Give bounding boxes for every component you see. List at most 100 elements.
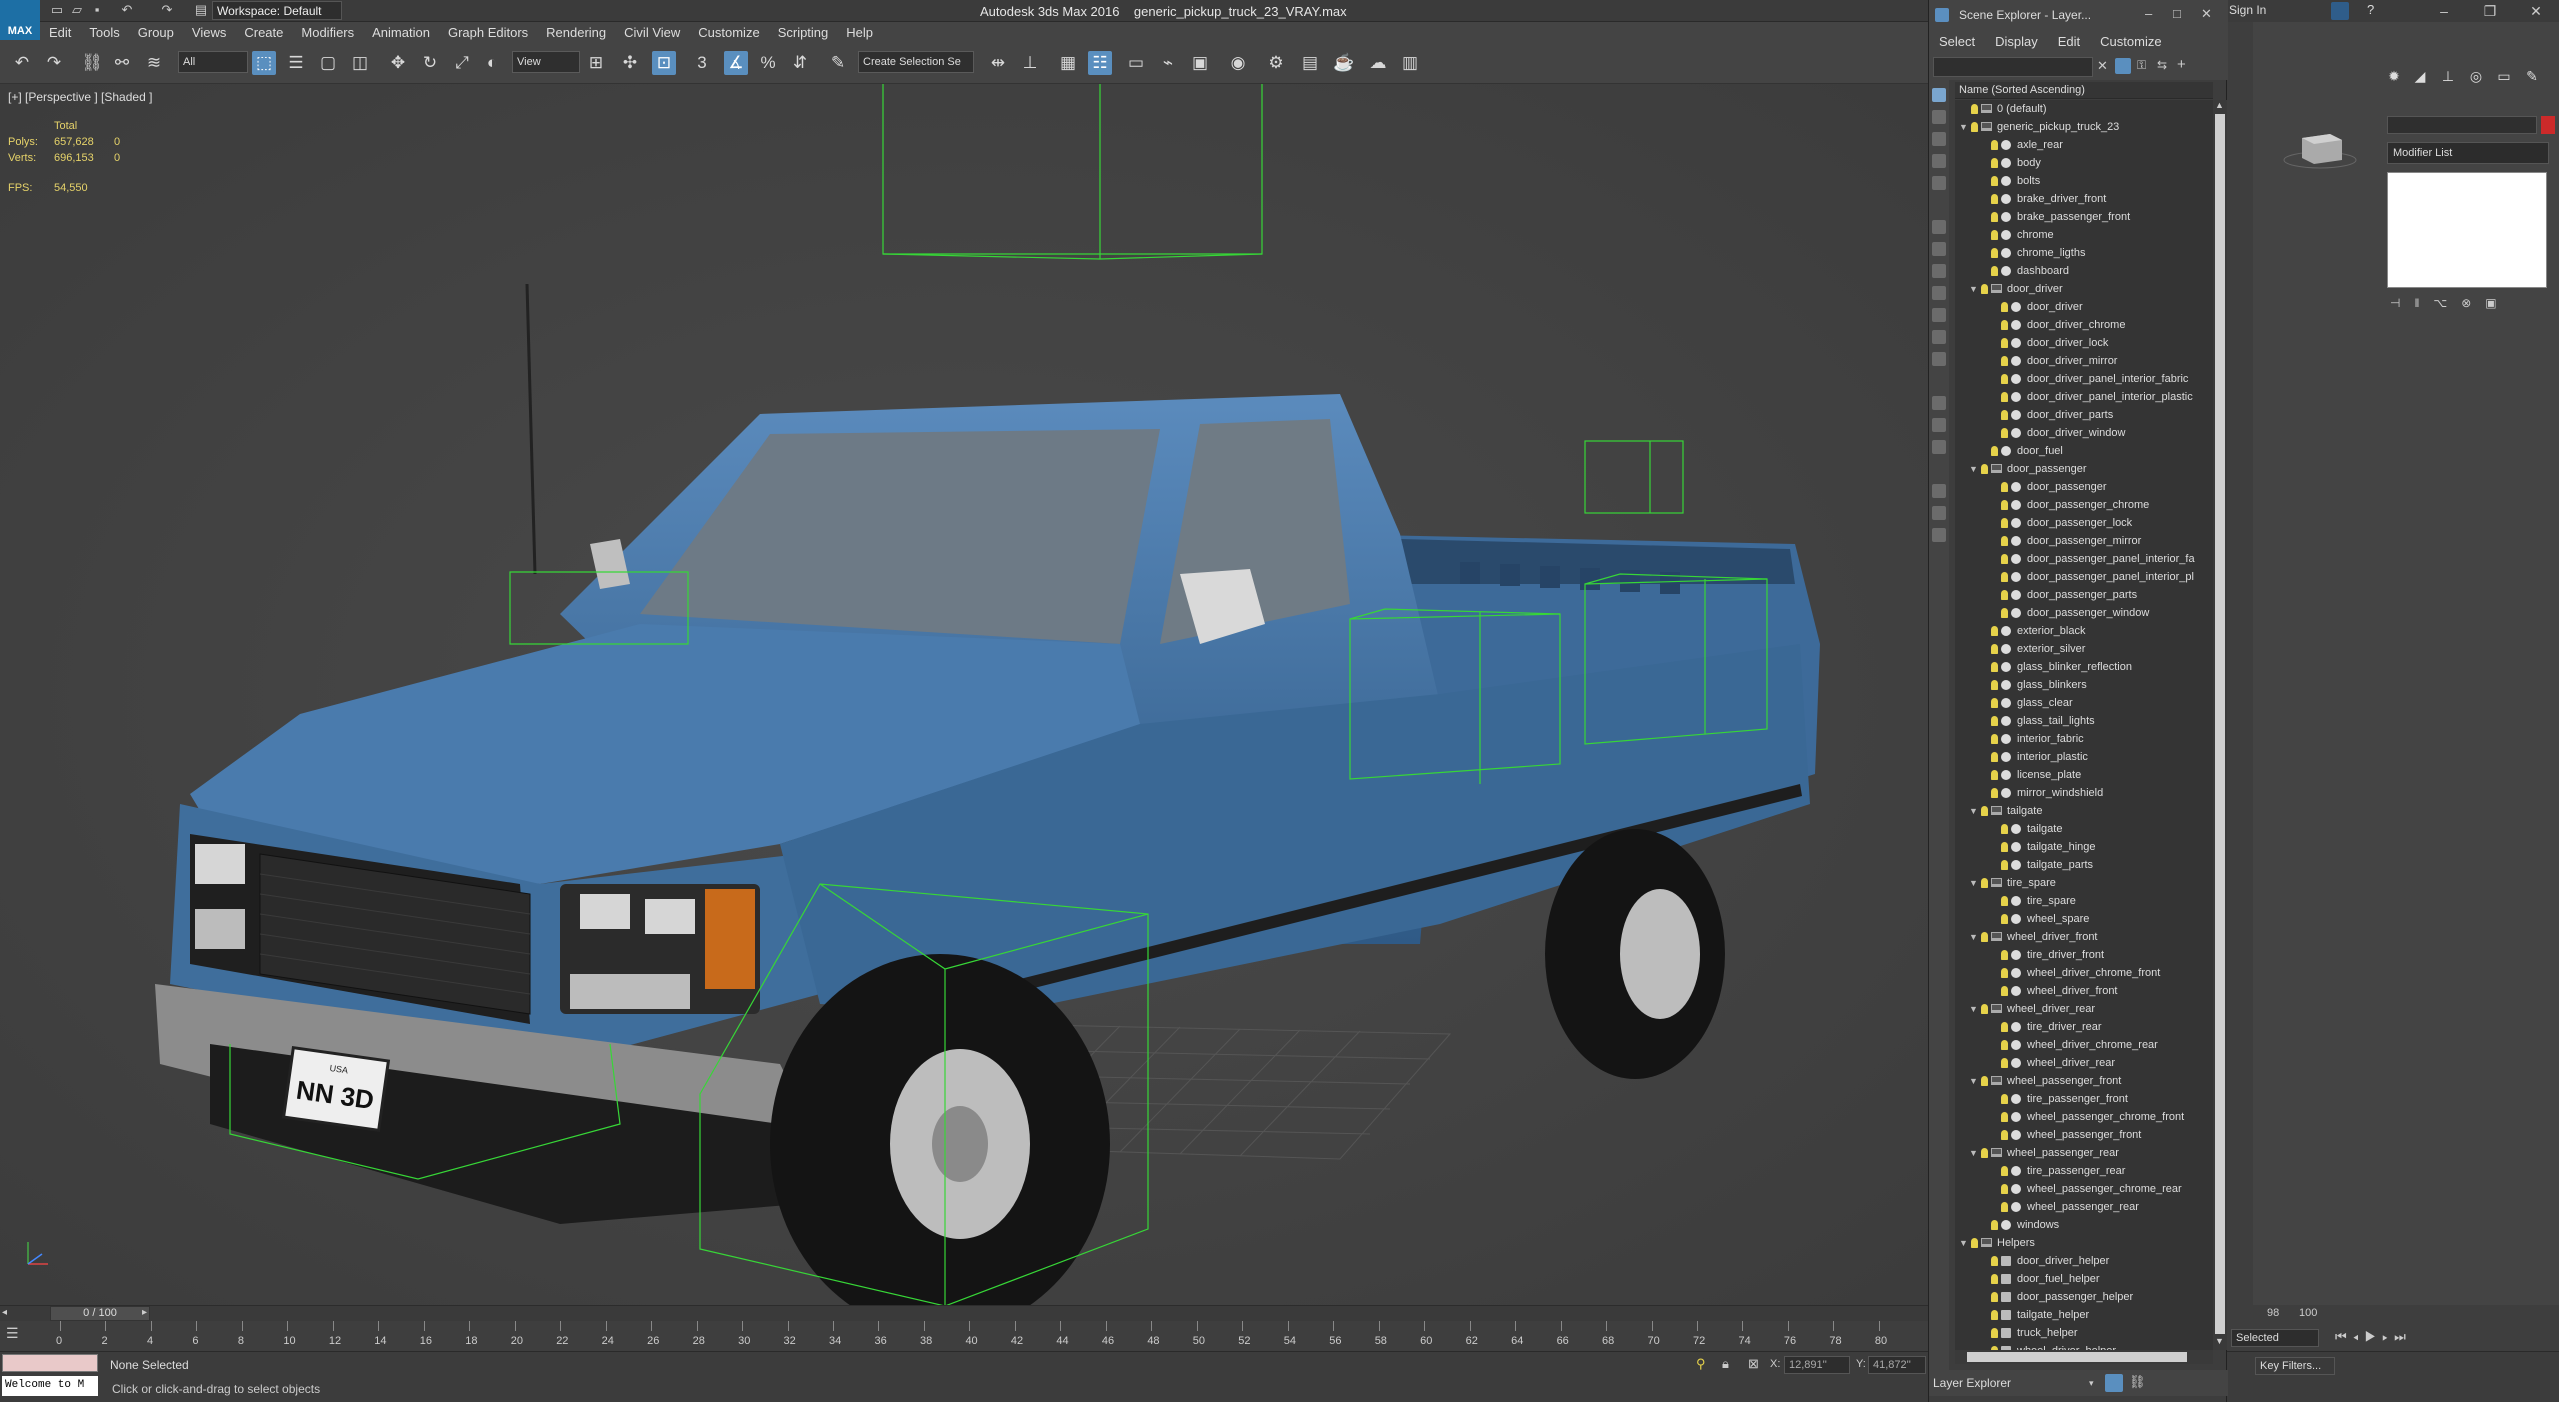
se-layer-row[interactable]: ▼ tailgate: [1955, 802, 2213, 820]
modify-tab-icon[interactable]: ◢: [2410, 66, 2430, 86]
visibility-bulb-icon[interactable]: [1991, 734, 1998, 744]
visibility-bulb-icon[interactable]: [2001, 392, 2008, 402]
visibility-bulb-icon[interactable]: [1991, 1274, 1998, 1284]
se-object-row[interactable]: door_passenger: [1955, 478, 2213, 496]
redo-icon[interactable]: ↷: [42, 51, 66, 75]
menu-tools[interactable]: Tools: [80, 22, 128, 44]
se-display-lights-icon[interactable]: [1932, 132, 1946, 146]
se-object-row[interactable]: exterior_silver: [1955, 640, 2213, 658]
window-crossing-icon[interactable]: ◫: [348, 51, 372, 75]
menu-customize[interactable]: Customize: [689, 22, 768, 44]
se-helper-row[interactable]: wheel_driver_helper: [1955, 1342, 2213, 1350]
visibility-bulb-icon[interactable]: [1981, 806, 1988, 816]
menu-help[interactable]: Help: [837, 22, 882, 44]
set-key-filter-dropdown[interactable]: Selected: [2231, 1329, 2319, 1347]
visibility-bulb-icon[interactable]: [2001, 968, 2008, 978]
se-display-frozen-icon[interactable]: [1932, 330, 1946, 344]
visibility-bulb-icon[interactable]: [1991, 1220, 1998, 1230]
visibility-bulb-icon[interactable]: [2001, 410, 2008, 420]
se-horizontal-scrollbar[interactable]: [1955, 1350, 2213, 1364]
reference-coord-dropdown[interactable]: View: [512, 51, 580, 73]
scale-icon[interactable]: ⤢: [450, 51, 474, 75]
save-icon[interactable]: ▪: [88, 2, 106, 18]
selection-filter-dropdown[interactable]: All: [178, 51, 248, 73]
se-object-row[interactable]: tire_passenger_front: [1955, 1090, 2213, 1108]
modifier-stack-controls[interactable]: ⊣‖⌥⊗▣: [2390, 296, 2511, 310]
visibility-bulb-icon[interactable]: [2001, 1094, 2008, 1104]
se-add-layer-icon[interactable]: +: [2177, 56, 2186, 73]
visibility-bulb-icon[interactable]: [2001, 374, 2008, 384]
se-link-icon[interactable]: ⛓: [2129, 1374, 2146, 1390]
visibility-bulb-icon[interactable]: [2001, 302, 2008, 312]
se-object-row[interactable]: interior_fabric: [1955, 730, 2213, 748]
object-name-field[interactable]: [2387, 116, 2537, 134]
visibility-bulb-icon[interactable]: [1991, 698, 1998, 708]
se-object-row[interactable]: door_driver_lock: [1955, 334, 2213, 352]
visibility-bulb-icon[interactable]: [1991, 770, 1998, 780]
expand-toggle-icon[interactable]: ▼: [1969, 1000, 1978, 1018]
se-layer-row[interactable]: ▼ wheel_passenger_rear: [1955, 1144, 2213, 1162]
minimize-button[interactable]: –: [2421, 0, 2467, 22]
se-object-row[interactable]: tire_passenger_rear: [1955, 1162, 2213, 1180]
visibility-bulb-icon[interactable]: [1991, 194, 1998, 204]
modifier-stack[interactable]: [2387, 172, 2547, 288]
se-display-xrefs-icon[interactable]: [1932, 264, 1946, 278]
visibility-bulb-icon[interactable]: [2001, 824, 2008, 834]
visibility-bulb-icon[interactable]: [2001, 338, 2008, 348]
menu-edit[interactable]: Edit: [40, 22, 80, 44]
se-object-row[interactable]: door_passenger_panel_interior_pl: [1955, 568, 2213, 586]
align-icon[interactable]: ⊥: [1018, 51, 1042, 75]
se-display-invert-icon[interactable]: [1932, 440, 1946, 454]
se-object-row[interactable]: tire_spare: [1955, 892, 2213, 910]
schematic-view-icon[interactable]: ▣: [1188, 51, 1212, 75]
snaps-toggle-icon[interactable]: 3: [690, 51, 714, 75]
visibility-bulb-icon[interactable]: [1991, 248, 1998, 258]
render-activeshade-icon[interactable]: ▥: [1398, 51, 1422, 75]
se-search-input[interactable]: [1933, 57, 2093, 77]
se-display-hidden-icon[interactable]: [1932, 352, 1946, 366]
se-object-row[interactable]: door_passenger_lock: [1955, 514, 2213, 532]
se-hscroll-thumb[interactable]: [1967, 1352, 2187, 1362]
se-object-row[interactable]: bolts: [1955, 172, 2213, 190]
close-button[interactable]: ✕: [2513, 0, 2559, 22]
se-object-row[interactable]: door_fuel: [1955, 442, 2213, 460]
se-object-row[interactable]: tailgate_hinge: [1955, 838, 2213, 856]
visibility-bulb-icon[interactable]: [2001, 896, 2008, 906]
se-object-row[interactable]: dashboard: [1955, 262, 2213, 280]
select-by-name-icon[interactable]: ☰: [284, 51, 308, 75]
expand-toggle-icon[interactable]: ▼: [1969, 928, 1978, 946]
se-layer-row[interactable]: ▼ door_driver: [1955, 280, 2213, 298]
se-object-row[interactable]: wheel_driver_rear: [1955, 1054, 2213, 1072]
se-object-row[interactable]: door_passenger_parts: [1955, 586, 2213, 604]
new-file-icon[interactable]: ▭: [48, 2, 66, 18]
se-sync-icon[interactable]: ⇆: [2157, 58, 2167, 72]
render-iterative-icon[interactable]: ☁: [1366, 51, 1390, 75]
visibility-bulb-icon[interactable]: [2001, 860, 2008, 870]
menu-group[interactable]: Group: [129, 22, 183, 44]
layer-manager-icon[interactable]: ▦: [1056, 51, 1080, 75]
rotate-icon[interactable]: ↻: [418, 51, 442, 75]
visibility-bulb-icon[interactable]: [2001, 536, 2008, 546]
visibility-bulb-icon[interactable]: [1991, 1292, 1998, 1302]
se-layer-row[interactable]: ▼ Helpers: [1955, 1234, 2213, 1252]
visibility-bulb-icon[interactable]: [1991, 1328, 1998, 1338]
visibility-bulb-icon[interactable]: [1981, 1004, 1988, 1014]
se-object-row[interactable]: glass_blinker_reflection: [1955, 658, 2213, 676]
undo-icon[interactable]: ↶: [10, 51, 34, 75]
select-object-icon[interactable]: ⬚: [252, 51, 276, 75]
visibility-bulb-icon[interactable]: [1981, 1148, 1988, 1158]
expand-toggle-icon[interactable]: ▼: [1969, 874, 1978, 892]
display-tab-icon[interactable]: ▭: [2494, 66, 2514, 86]
se-helper-row[interactable]: truck_helper: [1955, 1324, 2213, 1342]
se-filter-icon[interactable]: [2115, 58, 2131, 74]
object-color-swatch[interactable]: [2541, 116, 2555, 134]
se-object-row[interactable]: tailgate_parts: [1955, 856, 2213, 874]
visibility-bulb-icon[interactable]: [2001, 1166, 2008, 1176]
expand-toggle-icon[interactable]: ▼: [1959, 1234, 1968, 1252]
visibility-bulb-icon[interactable]: [1991, 230, 1998, 240]
time-slider-next-icon[interactable]: ▸: [142, 1307, 147, 1318]
se-object-row[interactable]: tire_driver_rear: [1955, 1018, 2213, 1036]
visibility-bulb-icon[interactable]: [1981, 1076, 1988, 1086]
viewport-label[interactable]: [+] [Perspective ] [Shaded ]: [8, 90, 152, 104]
graphite-ribbon-icon[interactable]: ▭: [1124, 51, 1148, 75]
